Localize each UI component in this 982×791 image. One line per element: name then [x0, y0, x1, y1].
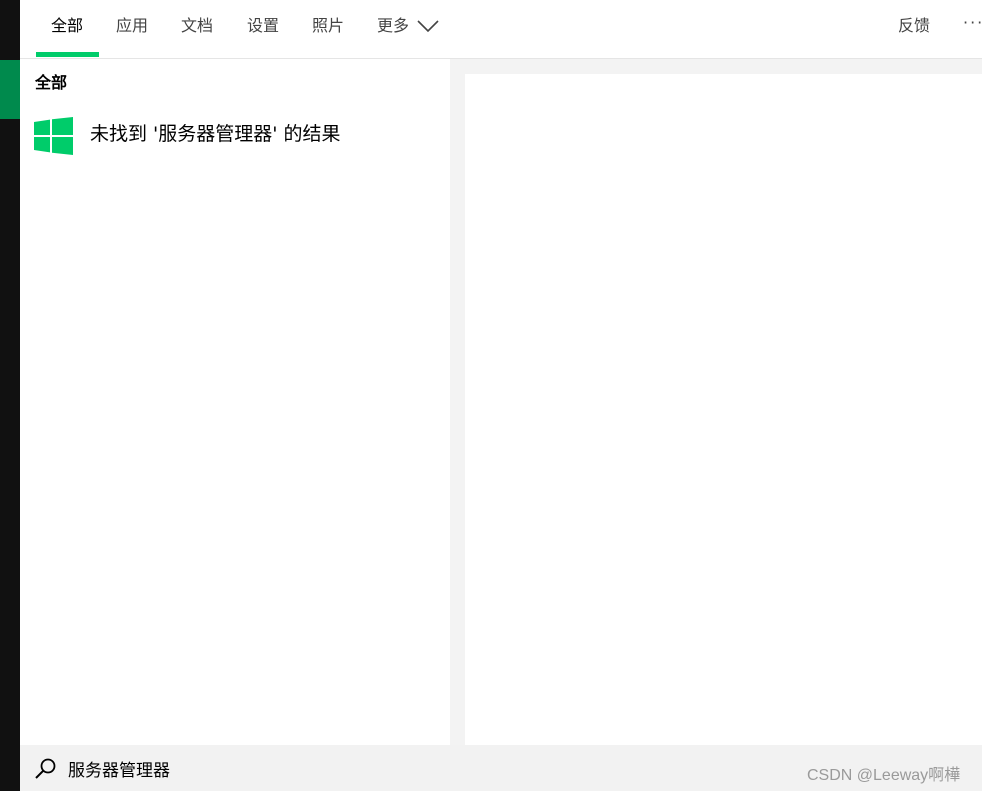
- tab-photos[interactable]: 照片: [312, 0, 344, 57]
- more-options-icon[interactable]: ···: [963, 0, 982, 46]
- tab-more[interactable]: 更多: [377, 0, 409, 57]
- feedback-button[interactable]: 反馈: [898, 0, 930, 52]
- section-heading: 全部: [35, 73, 68, 92]
- watermark: CSDN @Leeway啊樺: [807, 767, 961, 784]
- tab-all[interactable]: 全部: [51, 0, 83, 57]
- chevron-down-icon[interactable]: [416, 16, 440, 36]
- filter-tab-bar: 全部 应用 文档 设置 照片 更多 反馈 ···: [20, 0, 982, 59]
- search-input[interactable]: [68, 753, 668, 783]
- tab-apps[interactable]: 应用: [116, 0, 148, 57]
- taskbar-accent: [0, 60, 20, 119]
- search-window: 全部 应用 文档 设置 照片 更多 反馈 ··· 全部 未找到 '服务器管理器'…: [0, 0, 982, 791]
- no-result-text: 未找到 '服务器管理器' 的结果: [90, 123, 341, 145]
- results-pane: 全部 未找到 '服务器管理器' 的结果: [20, 59, 450, 745]
- active-tab-indicator: [36, 52, 99, 57]
- tab-documents[interactable]: 文档: [181, 0, 213, 57]
- search-bar: CSDN @Leeway啊樺: [20, 745, 982, 791]
- preview-pane: [465, 74, 982, 745]
- tab-settings[interactable]: 设置: [247, 0, 279, 57]
- no-result-item[interactable]: 未找到 '服务器管理器' 的结果: [20, 111, 450, 161]
- windows-logo-icon: [34, 117, 73, 155]
- search-icon: [35, 758, 56, 779]
